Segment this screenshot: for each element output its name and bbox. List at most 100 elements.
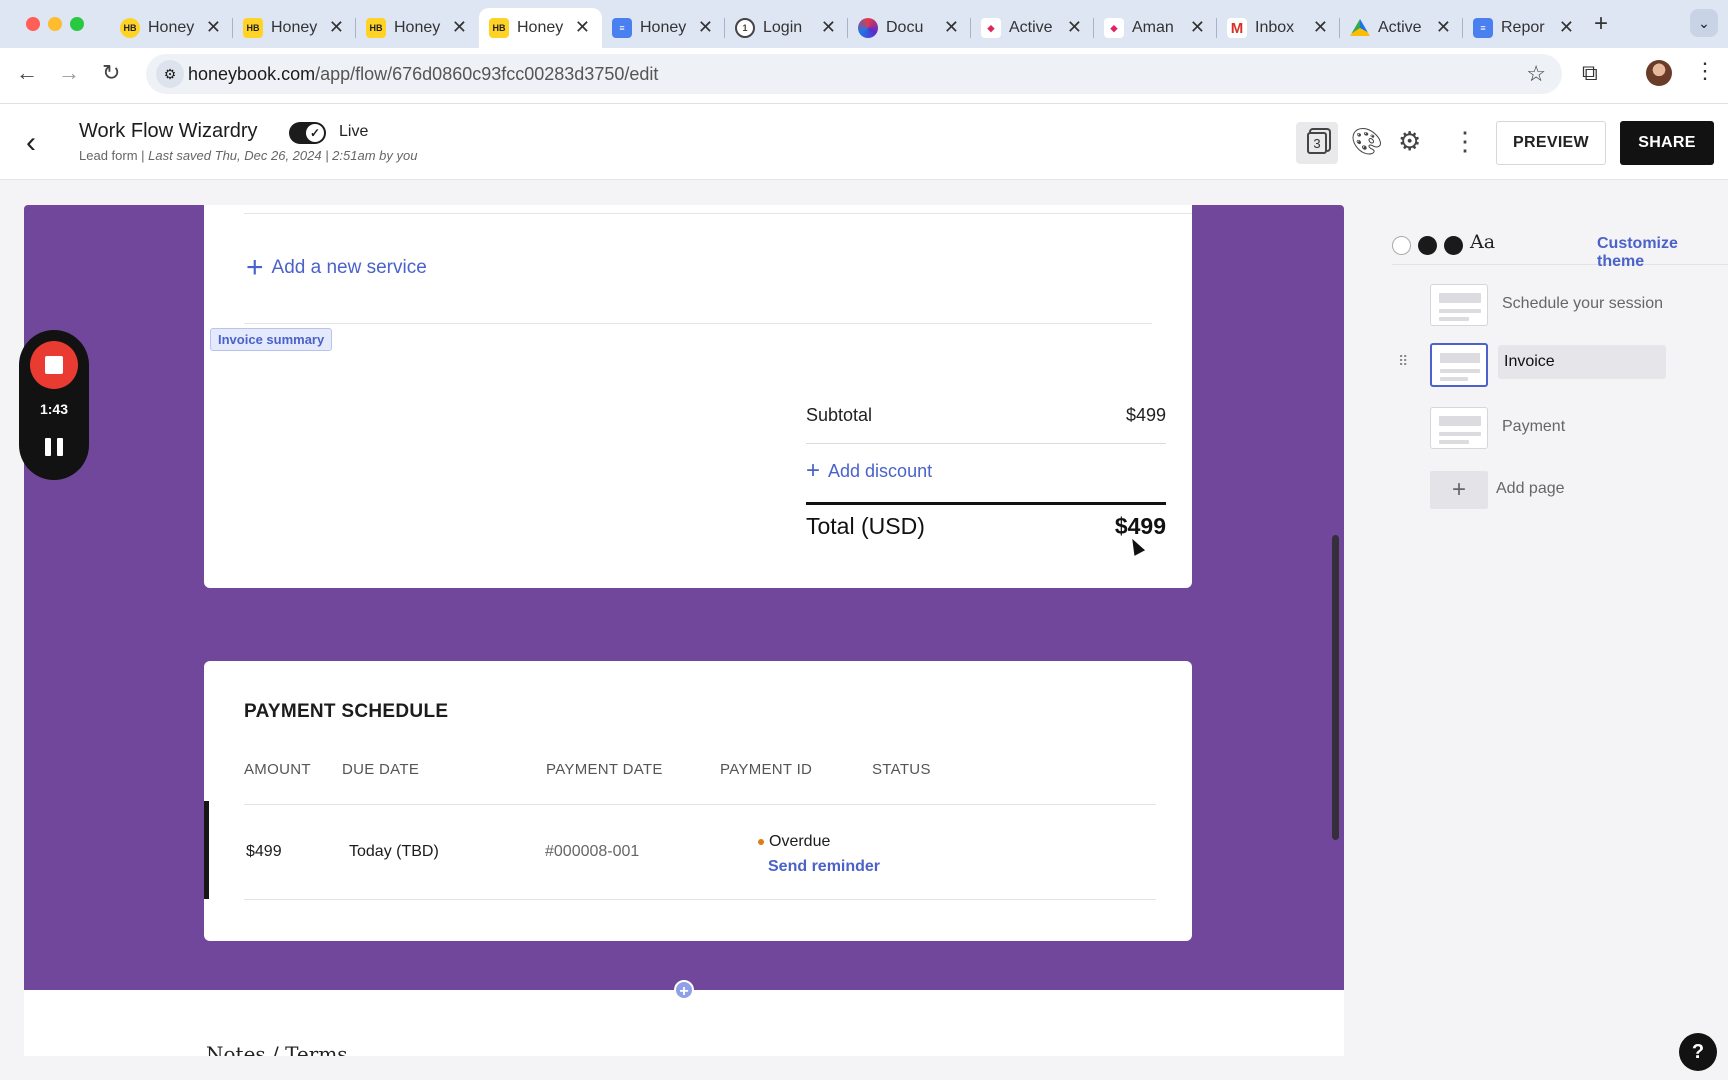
url-path: /app/flow/676d0860c93fcc00283d3750/edit — [315, 64, 659, 84]
minimize-window-button[interactable] — [48, 17, 62, 31]
tab-title: Active — [1378, 19, 1422, 36]
profile-avatar[interactable] — [1646, 60, 1672, 86]
canvas-scrollbar[interactable] — [1332, 535, 1339, 840]
browser-tab[interactable]: M Inbox ✕ — [1217, 8, 1340, 48]
tab-title: Aman — [1132, 19, 1174, 36]
divider — [244, 323, 1152, 324]
tab-close-icon[interactable]: ✕ — [944, 17, 959, 38]
back-chevron-icon[interactable]: ‹ — [26, 126, 36, 160]
page-item-schedule[interactable]: Schedule your session — [1418, 284, 1718, 332]
column-header: STATUS — [872, 761, 931, 778]
maximize-window-button[interactable] — [70, 17, 84, 31]
1password-icon: 1 — [735, 18, 755, 38]
check-icon: ✓ — [306, 124, 324, 142]
tab-close-icon[interactable]: ✕ — [575, 17, 590, 38]
palette-icon[interactable]: 🎨︎ — [1350, 126, 1383, 157]
drag-handle-icon[interactable]: ⠿ — [1398, 353, 1408, 370]
forward-arrow-icon[interactable]: → — [58, 60, 80, 86]
tab-close-icon[interactable]: ✕ — [329, 17, 344, 38]
pause-recording-button[interactable] — [45, 438, 63, 456]
docusign-icon — [858, 18, 878, 38]
honeybook-icon: HB — [489, 18, 509, 38]
column-header: PAYMENT ID — [720, 761, 813, 778]
browser-tab[interactable]: HB Honey ✕ — [233, 8, 356, 48]
page-item-payment[interactable]: Payment — [1418, 407, 1718, 455]
tab-close-icon[interactable]: ✕ — [452, 17, 467, 38]
browser-tab[interactable]: 1 Login ✕ — [725, 8, 848, 48]
browser-tab-active[interactable]: HB Honey ✕ — [479, 8, 602, 48]
divider — [244, 213, 1192, 214]
browser-tab[interactable]: Active ✕ — [1340, 8, 1463, 48]
pages-count-button[interactable]: 3 — [1296, 122, 1338, 164]
site-settings-icon[interactable]: ⚙ — [156, 60, 184, 88]
recording-timer: 1:43 — [39, 401, 69, 417]
page-label: Payment — [1502, 418, 1566, 435]
tab-close-icon[interactable]: ✕ — [1067, 17, 1082, 38]
tab-search-icon[interactable]: ⌄ — [1690, 9, 1718, 37]
tab-close-icon[interactable]: ✕ — [1190, 17, 1205, 38]
theme-swatch[interactable] — [1418, 236, 1437, 255]
subtotal-value: $499 — [1125, 405, 1166, 425]
page-item-invoice[interactable]: Invoice — [1418, 343, 1718, 391]
tab-close-icon[interactable]: ✕ — [206, 17, 221, 38]
browser-tab[interactable]: ≡ Repor ✕ — [1463, 8, 1586, 48]
share-button[interactable]: SHARE — [1620, 121, 1714, 165]
live-toggle[interactable]: ✓ — [289, 122, 326, 144]
gear-icon[interactable]: ⚙ — [1398, 126, 1421, 157]
browser-tab[interactable]: HB Honey ✕ — [110, 8, 233, 48]
customize-theme-link[interactable]: Customize theme — [1597, 235, 1728, 271]
invoice-summary-chip[interactable]: Invoice summary — [210, 328, 333, 351]
add-discount-button[interactable]: + Add discount — [806, 459, 932, 483]
tab-title: Inbox — [1255, 19, 1295, 36]
url-text[interactable]: honeybook.com/app/flow/676d0860c93fcc002… — [188, 64, 658, 85]
theme-swatch[interactable] — [1444, 236, 1463, 255]
browser-tab[interactable]: HB Honey ✕ — [356, 8, 479, 48]
column-header: AMOUNT — [244, 761, 311, 778]
reload-icon[interactable]: ↻ — [102, 60, 120, 86]
payment-id-cell: #000008-001 — [545, 843, 640, 860]
theme-font-sample: Aa — [1470, 231, 1496, 253]
address-bar[interactable]: ⚙ honeybook.com/app/flow/676d0860c93fcc0… — [146, 54, 1562, 94]
help-button[interactable]: ? — [1679, 1033, 1717, 1071]
page-thumbnail-selected — [1430, 343, 1488, 387]
browser-tab[interactable]: Docu ✕ — [848, 8, 971, 48]
more-options-icon[interactable]: ⋮ — [1452, 126, 1478, 157]
add-service-button[interactable]: + Add a new service — [246, 253, 427, 283]
tab-title: Active — [1009, 19, 1053, 36]
extensions-puzzle-icon[interactable]: ⧉ — [1582, 60, 1598, 86]
gmail-icon: M — [1227, 18, 1247, 38]
new-tab-button[interactable]: + — [1594, 10, 1608, 38]
pause-bar — [57, 438, 63, 456]
flow-title[interactable]: Work Flow Wizardry — [79, 120, 258, 143]
plus-icon: + — [1430, 471, 1488, 509]
tab-close-icon[interactable]: ✕ — [698, 17, 713, 38]
tab-close-icon[interactable]: ✕ — [1436, 17, 1451, 38]
tab-close-icon[interactable]: ✕ — [1559, 17, 1574, 38]
add-section-button[interactable]: + — [674, 980, 694, 1000]
add-page-button[interactable]: + Add page — [1418, 471, 1718, 519]
back-arrow-icon[interactable]: ← — [16, 60, 38, 86]
close-window-button[interactable] — [26, 17, 40, 31]
theme-swatch[interactable] — [1392, 236, 1411, 255]
browser-tab[interactable]: ◆ Aman ✕ — [1094, 8, 1217, 48]
browser-tab[interactable]: ≡ Honey ✕ — [602, 8, 725, 48]
payment-schedule-card: PAYMENT SCHEDULE AMOUNT DUE DATE PAYMENT… — [204, 661, 1192, 941]
send-reminder-link[interactable]: Send reminder — [768, 858, 880, 876]
browser-toolbar: ← → ↻ ⚙ honeybook.com/app/flow/676d0860c… — [0, 48, 1728, 104]
browser-tab[interactable]: ◆ Active ✕ — [971, 8, 1094, 48]
stop-recording-button[interactable] — [30, 341, 78, 389]
status-label: Overdue — [769, 833, 831, 850]
payment-schedule-title: PAYMENT SCHEDULE — [244, 701, 449, 722]
last-saved-text: Last saved Thu, Dec 26, 2024 | 2:51am by… — [148, 148, 418, 163]
flow-type: Lead form | — [79, 148, 149, 163]
browser-menu-icon[interactable]: ⋮ — [1694, 58, 1716, 84]
preview-button[interactable]: PREVIEW — [1496, 121, 1606, 165]
tab-title: Docu — [886, 19, 924, 36]
clickup-icon: ◆ — [981, 18, 1001, 38]
page-thumbnail — [1430, 407, 1488, 449]
page-label-input[interactable]: Invoice — [1498, 345, 1666, 379]
tab-close-icon[interactable]: ✕ — [1313, 17, 1328, 38]
bookmark-star-icon[interactable]: ☆ — [1526, 61, 1546, 87]
invoice-card: + Add a new service Subtotal $499 + Add … — [204, 205, 1192, 588]
tab-close-icon[interactable]: ✕ — [821, 17, 836, 38]
